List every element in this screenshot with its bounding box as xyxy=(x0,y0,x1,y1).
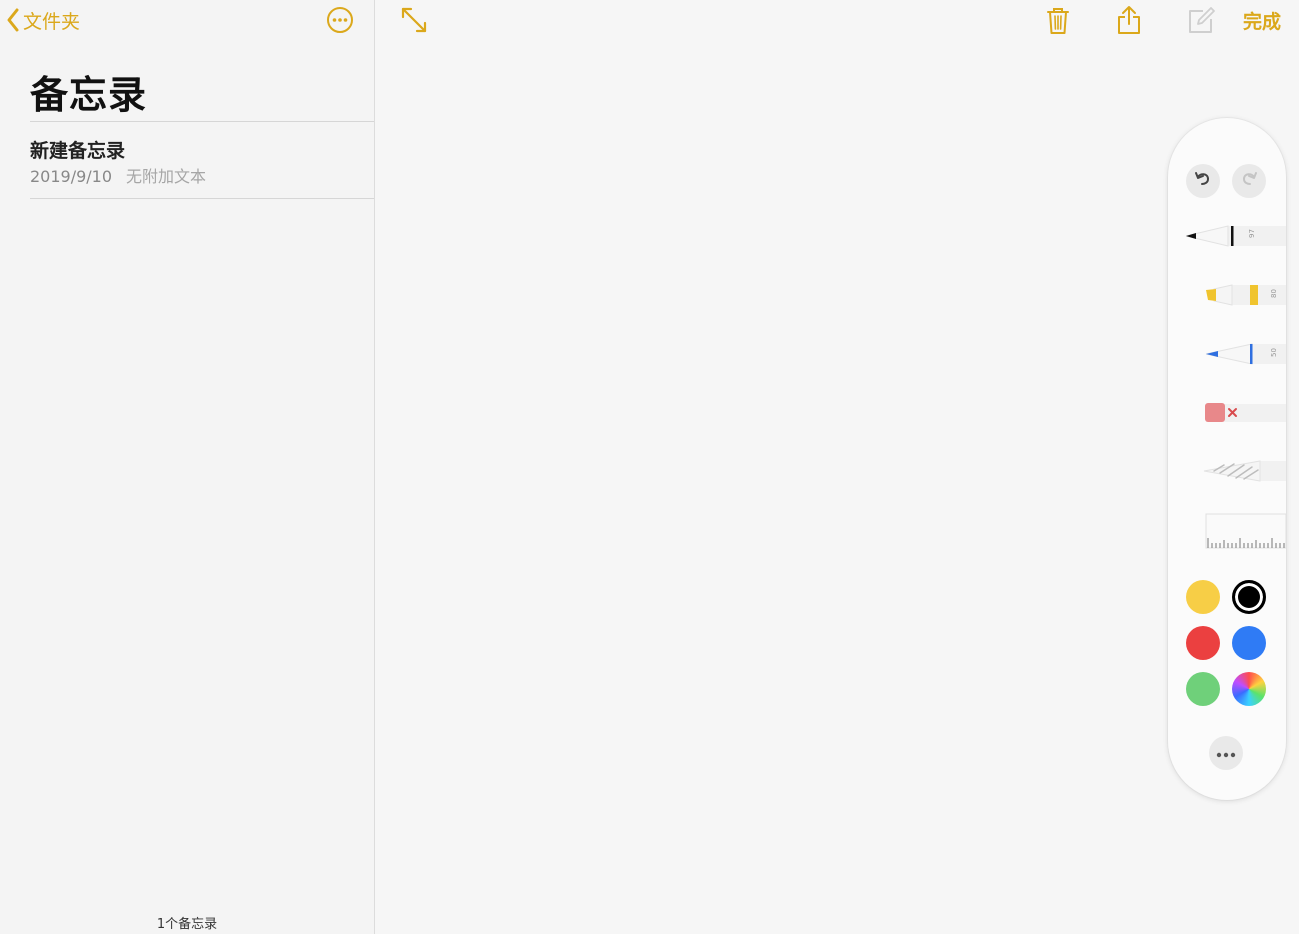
redo-icon xyxy=(1239,169,1259,193)
delete-button[interactable] xyxy=(1042,4,1074,36)
ellipsis-circle-icon xyxy=(326,7,354,38)
note-meta: 2019/9/10 无附加文本 xyxy=(30,163,206,187)
pen-icon: 97 xyxy=(1168,216,1286,260)
lasso-icon xyxy=(1168,448,1286,492)
ruler-tool[interactable] xyxy=(1168,508,1286,552)
expand-button[interactable] xyxy=(398,4,430,36)
palette-more-button[interactable] xyxy=(1209,736,1243,770)
back-to-folders-button[interactable]: 文件夹 xyxy=(6,6,80,34)
pencil-icon: 50 xyxy=(1168,332,1286,376)
done-button[interactable]: 完成 xyxy=(1243,7,1281,34)
more-options-button[interactable] xyxy=(326,6,354,34)
marker-width-label: 80 xyxy=(1270,289,1278,298)
color-swatch-green[interactable] xyxy=(1186,672,1220,706)
expand-arrows-icon xyxy=(398,7,430,40)
color-swatch-blue[interactable] xyxy=(1232,626,1266,660)
new-note-button[interactable] xyxy=(1185,4,1217,36)
note-preview: 无附加文本 xyxy=(126,167,207,186)
note-date: 2019/9/10 xyxy=(30,167,113,186)
divider xyxy=(30,198,374,199)
lasso-tool[interactable] xyxy=(1168,448,1286,492)
undo-icon xyxy=(1193,169,1213,193)
drawing-palette: 97 80 50 xyxy=(1168,118,1286,800)
ruler-icon xyxy=(1168,508,1286,552)
share-button[interactable] xyxy=(1113,4,1145,36)
page-title: 备忘录 xyxy=(30,73,148,117)
color-picker-multicolor[interactable] xyxy=(1232,672,1266,706)
note-list-item[interactable]: 新建备忘录 2019/9/10 无附加文本 xyxy=(30,122,374,198)
note-title: 新建备忘录 xyxy=(30,140,126,162)
eraser-tool[interactable] xyxy=(1168,390,1286,434)
compose-icon xyxy=(1185,7,1217,40)
marker-tool[interactable]: 80 xyxy=(1168,274,1286,318)
color-swatch-red[interactable] xyxy=(1186,626,1220,660)
pencil-tool[interactable]: 50 xyxy=(1168,332,1286,376)
color-swatch-yellow[interactable] xyxy=(1186,580,1220,614)
back-label: 文件夹 xyxy=(23,10,81,33)
color-swatch-black[interactable] xyxy=(1232,580,1266,614)
note-count: 1个备忘录 xyxy=(156,917,218,932)
pencil-width-label: 50 xyxy=(1270,348,1278,357)
redo-button[interactable] xyxy=(1232,164,1266,198)
note-canvas[interactable] xyxy=(375,0,1299,934)
pen-tool[interactable]: 97 xyxy=(1168,216,1286,260)
share-icon xyxy=(1113,6,1145,40)
chevron-left-icon xyxy=(6,8,20,32)
ellipsis-icon xyxy=(1215,744,1237,763)
notes-sidebar: 文件夹 备忘录 新建备忘录 2019/9/10 无附加文本 1个备忘录 xyxy=(0,0,375,934)
pen-width-label: 97 xyxy=(1248,229,1256,238)
undo-button[interactable] xyxy=(1186,164,1220,198)
trash-icon xyxy=(1042,8,1074,40)
eraser-icon xyxy=(1168,390,1286,434)
marker-icon: 80 xyxy=(1168,274,1286,318)
